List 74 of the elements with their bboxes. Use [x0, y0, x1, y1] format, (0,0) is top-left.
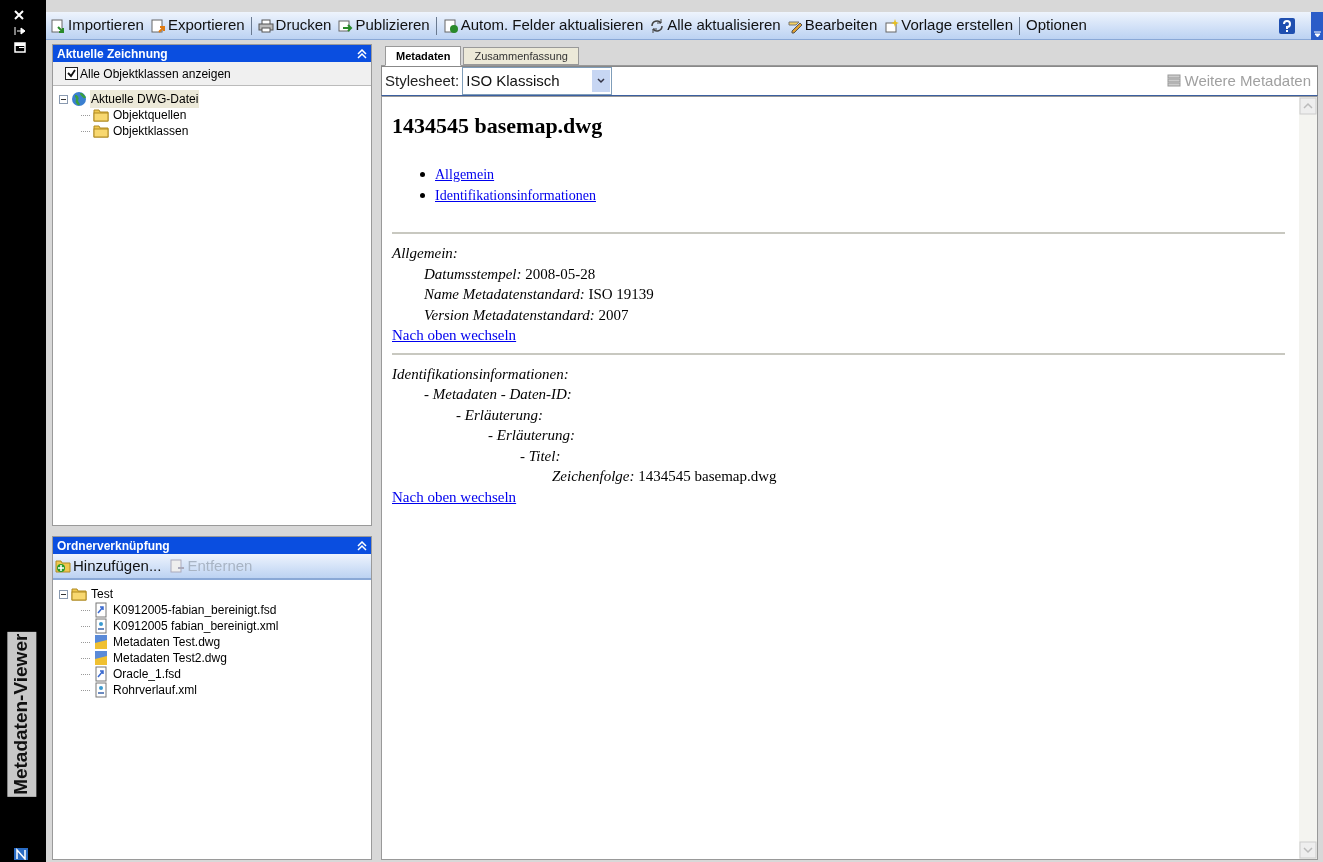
section-heading: Allgemein: [392, 244, 458, 263]
bullet-icon [420, 172, 425, 177]
metadata-entry: - Erläuterung: [456, 405, 544, 424]
refresh-icon [649, 17, 666, 34]
tree-item[interactable]: K0912005 fabian_bereinigt.xml [112, 617, 280, 635]
toolbar-overflow[interactable] [1311, 11, 1323, 40]
tree-item[interactable]: Test [90, 585, 114, 603]
document-icon [93, 666, 109, 682]
metadata-entry: - Metadaten - Daten-ID: [424, 385, 572, 404]
chevron-down-icon [1313, 30, 1321, 37]
tree-item[interactable]: Aktuelle DWG-Datei [90, 90, 200, 108]
tab[interactable]: Metadaten [385, 46, 462, 66]
drawing-file-icon [93, 650, 109, 666]
tree-item[interactable]: Rohrverlauf.xml [112, 681, 199, 699]
remove-icon [169, 558, 186, 574]
link[interactable]: Nach oben wechseln [392, 485, 517, 506]
document-arrow-icon [337, 17, 354, 34]
close-icon[interactable] [14, 10, 24, 20]
panel-header[interactable]: Aktuelle Zeichnung [53, 45, 371, 62]
stack-icon [1165, 73, 1182, 89]
section-heading: Identifikationsinformationen: [392, 364, 569, 383]
bullet-icon [420, 193, 425, 198]
toolbar-button[interactable]: Optionen [1026, 14, 1087, 37]
app-icon [14, 848, 28, 860]
globe-icon [71, 91, 87, 107]
drawing-file-icon [93, 634, 109, 650]
folder-icon [93, 107, 109, 123]
add-folder-icon [55, 558, 71, 574]
tree-item[interactable]: Metadaten Test2.dwg [112, 649, 228, 667]
metadata-entry: Name Metadatenstandard: ISO 19139 [424, 285, 654, 304]
panel-title: Metadaten-Viewer [7, 631, 37, 797]
field-label: Stylesheet: [384, 70, 461, 91]
toolbar-button[interactable]: Importieren [50, 14, 144, 37]
tree-item[interactable]: Oracle_1.fsd [112, 665, 183, 683]
panel-header[interactable]: Ordnerverknüpfung [53, 537, 371, 554]
chevron-down-icon [592, 70, 611, 92]
checkbox[interactable] [65, 67, 78, 80]
folder-icon [93, 123, 109, 139]
collapse-icon [357, 48, 367, 59]
metadata-entry: Version Metadatenstandard: 2007 [424, 305, 629, 324]
printer-icon [257, 17, 274, 34]
new-template-icon [883, 17, 900, 34]
link[interactable]: Allgemein [435, 164, 495, 185]
tree-item[interactable]: K0912005-fabian_bereinigt.fsd [112, 601, 278, 619]
toolbar-button[interactable]: Publizieren [337, 14, 430, 37]
tree-item[interactable]: Objektquellen [112, 106, 188, 124]
add-button[interactable]: Hinzufügen... [55, 554, 162, 578]
window-icon[interactable] [14, 42, 26, 53]
toolbar-button[interactable]: Autom. Felder aktualisieren [442, 14, 644, 37]
link[interactable]: Nach oben wechseln [392, 324, 517, 345]
tree-item[interactable]: Metadaten Test.dwg [112, 633, 222, 651]
collapse-icon [357, 540, 367, 551]
help-icon[interactable] [1279, 17, 1295, 34]
metadata-entry: - Titel: [520, 446, 561, 465]
toolbar-button[interactable]: Vorlage erstellen [883, 14, 1013, 37]
document-icon [93, 682, 109, 698]
check-icon [67, 69, 76, 78]
tree-item[interactable]: Objektklassen [112, 122, 190, 140]
document-icon [93, 618, 109, 634]
document-title: 1434545 basemap.dwg [392, 112, 603, 140]
link[interactable]: Identifikationsinformationen [435, 185, 596, 206]
toolbar-button[interactable]: Exportieren [149, 14, 245, 37]
toolbar-button[interactable]: Alle aktualisieren [649, 14, 781, 37]
folder-icon [71, 586, 87, 602]
metadata-entry: - Erläuterung: [488, 426, 576, 445]
document-icon [93, 602, 109, 618]
collapse-icon[interactable] [59, 94, 68, 104]
collapse-icon[interactable] [59, 589, 68, 599]
metadata-entry: Datumsstempel: 2008-05-28 [424, 264, 596, 283]
toolbar-button[interactable]: Drucken [257, 14, 332, 37]
metadata-entry: Zeichenfolge: 1434545 basemap.dwg [552, 467, 777, 486]
tab[interactable]: Zusammenfassung [463, 47, 579, 65]
stylesheet-dropdown[interactable]: ISO Klassisch [462, 67, 613, 95]
toolbar-button[interactable]: Bearbeiten [786, 14, 878, 37]
